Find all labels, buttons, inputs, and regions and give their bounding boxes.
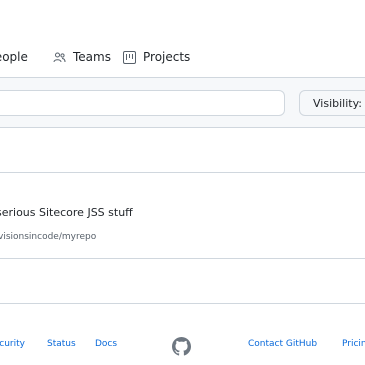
repo-search-input[interactable] (0, 90, 285, 116)
people-icon (53, 52, 66, 63)
list-divider (0, 172, 365, 173)
org-nav: People Teams Projects (0, 0, 365, 77)
footer-pricing-link[interactable]: Pricing (342, 339, 365, 349)
nav-projects[interactable]: Projects (143, 50, 190, 64)
repo-description: serious Sitecore JSS stuff (0, 206, 133, 219)
list-top-divider (0, 127, 365, 128)
footer-security-link[interactable]: Security (0, 339, 25, 349)
footer-divider (0, 303, 365, 304)
nav-people[interactable]: People (0, 50, 28, 64)
project-board-icon (123, 51, 136, 64)
footer-status-link[interactable]: Status (47, 339, 76, 349)
footer-docs-link[interactable]: Docs (95, 339, 117, 349)
nav-teams[interactable]: Teams (73, 50, 111, 64)
list-bottom-divider (0, 258, 365, 259)
github-mark-icon[interactable] (172, 337, 191, 356)
filter-bar: Visibility: All (0, 78, 365, 127)
repo-url[interactable]: visionsincode/myrepo (0, 232, 96, 242)
visibility-filter-button[interactable]: Visibility: All (299, 90, 365, 116)
footer-contact-link[interactable]: Contact GitHub (248, 339, 317, 349)
